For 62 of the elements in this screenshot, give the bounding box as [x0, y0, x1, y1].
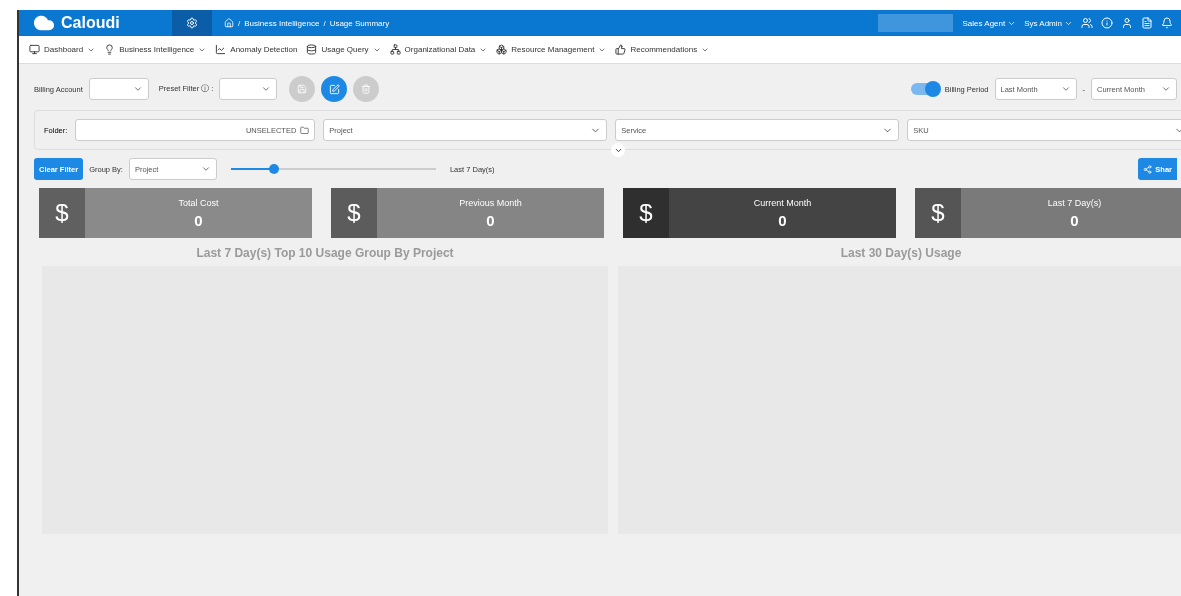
chart-title: Last 7 Day(s) Top 10 Usage Group By Project: [196, 246, 454, 260]
breadcrumb-item[interactable]: Usage Summary: [329, 18, 390, 28]
folder-icon: [300, 125, 310, 135]
document-icon: [1141, 17, 1153, 29]
expand-button[interactable]: [611, 143, 625, 157]
slider-thumb[interactable]: [269, 164, 279, 174]
database-icon: [306, 44, 318, 55]
card-value: 0: [1070, 211, 1079, 229]
logo[interactable]: Caloudi: [19, 12, 172, 34]
dollar-icon: $: [639, 199, 653, 227]
chart-title: Last 30 Day(s) Usage: [840, 246, 962, 260]
edit-icon: [328, 83, 340, 95]
save-button[interactable]: [289, 76, 316, 102]
home-icon: [224, 18, 234, 28]
user-icon: [1121, 17, 1133, 29]
monitor-icon: [29, 44, 40, 55]
nav-menu-item[interactable]: Organizational Data: [404, 45, 476, 54]
dollar-icon: $: [55, 199, 69, 227]
billing-account-select[interactable]: [88, 78, 149, 100]
delete-button[interactable]: [353, 76, 380, 102]
lightbulb-icon: [104, 44, 116, 55]
nav-menu-item[interactable]: Dashboard: [44, 45, 84, 54]
share-icon: [1143, 164, 1153, 174]
chevron-down-icon: [1161, 84, 1171, 94]
card-title: Last 7 Day(s): [1047, 197, 1102, 208]
info-icon: [1101, 17, 1113, 29]
card-value: 0: [486, 211, 495, 229]
network-icon: [389, 44, 401, 55]
settings-icon: [186, 17, 198, 29]
card-title: Total Cost: [178, 197, 219, 208]
billing-period-toggle[interactable]: [910, 83, 939, 95]
line-chart-icon: [215, 44, 227, 55]
thumbs-up-icon: [615, 44, 627, 55]
save-icon: [297, 84, 308, 94]
nav-menu-item[interactable]: Business Intelligence: [119, 45, 195, 54]
breadcrumb-item[interactable]: Business Intelligence: [244, 18, 320, 28]
card-value: 0: [194, 211, 203, 229]
card-title: Previous Month: [459, 197, 522, 208]
card-value: 0: [778, 211, 787, 229]
settings-button[interactable]: [172, 10, 212, 36]
bell-icon: [1161, 17, 1173, 29]
search-field[interactable]: [877, 14, 953, 32]
nav-menu-item[interactable]: Usage Query: [321, 45, 369, 54]
people-icon: [1081, 17, 1093, 29]
breadcrumb-separator: /: [323, 18, 326, 28]
edit-button[interactable]: [321, 76, 348, 102]
dollar-icon: $: [931, 199, 945, 227]
user-menu[interactable]: Sales Agent: [962, 18, 1006, 28]
dollar-icon: $: [347, 199, 361, 227]
nav-menu-item[interactable]: Recommendations: [630, 45, 698, 54]
chevron-down-icon: [1060, 84, 1071, 94]
user-menu[interactable]: Sys Admin: [1024, 18, 1062, 28]
breadcrumb-separator: /: [238, 18, 241, 28]
card-title: Current Month: [753, 197, 812, 208]
boxes-icon: [496, 44, 508, 55]
trash-icon: [361, 84, 372, 94]
preset-filter-select[interactable]: [219, 78, 278, 100]
nav-menu-item[interactable]: Anomaly Detection: [230, 45, 298, 54]
chevron-down-icon: [261, 84, 272, 94]
chevron-down-icon: [200, 164, 211, 174]
chevron-down-icon: [132, 84, 143, 94]
nav-menu-item[interactable]: Resource Management: [511, 45, 595, 54]
